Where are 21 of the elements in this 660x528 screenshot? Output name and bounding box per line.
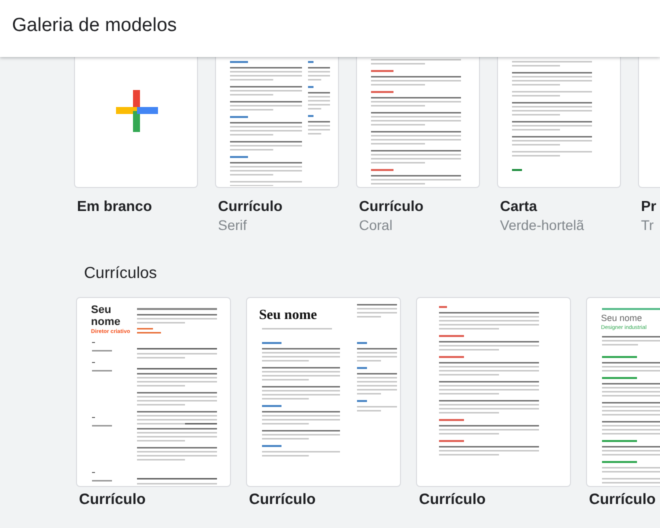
- section-title: Currículos: [83, 264, 158, 284]
- template-card[interactable]: [74, 57, 198, 188]
- resume-name-heading: Seu nome: [259, 308, 317, 324]
- window-title: Galeria de modelos: [11, 14, 178, 38]
- template-name: Currículo: [359, 199, 424, 215]
- template-subtitle: Coral: [359, 217, 394, 233]
- resume-name-heading: Seu nome: [601, 313, 642, 323]
- template-subtitle: Verde-hortelã: [500, 217, 586, 233]
- template-name: Pr: [641, 199, 658, 215]
- template-name: Currículo: [589, 491, 657, 508]
- template-name: Carta: [500, 199, 538, 215]
- template-name: Currículo: [79, 491, 147, 508]
- template-subtitle: Serif: [218, 217, 248, 233]
- template-card[interactable]: Seu nome: [246, 297, 401, 487]
- template-name: Em branco: [77, 199, 153, 215]
- template-subtitle: Tr: [641, 217, 655, 233]
- resume-name-heading: Seu nome: [91, 304, 122, 328]
- template-name: Currículo: [419, 491, 487, 508]
- template-name: Currículo: [249, 491, 317, 508]
- plus-icon: [116, 90, 158, 132]
- template-name: Currículo: [218, 199, 284, 215]
